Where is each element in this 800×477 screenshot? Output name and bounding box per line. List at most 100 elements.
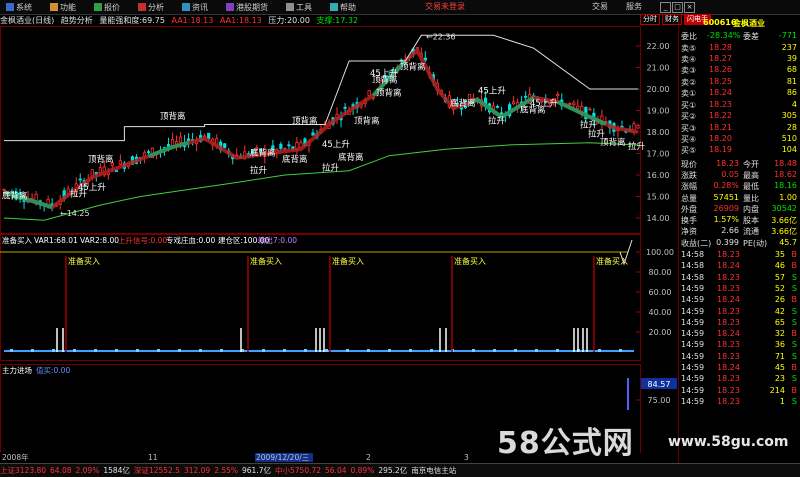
trade-tick: 14:59 18.24 26 B — [679, 295, 800, 306]
status-item: 南京电信主站 — [411, 466, 457, 475]
buy-level-cell: 18.22 — [709, 111, 732, 121]
status-item: 2.09% — [75, 466, 100, 475]
trade-tick-cell: 14:59 — [681, 295, 705, 305]
candle-body — [207, 132, 211, 139]
buy-signal-label: 准备买入 — [250, 256, 282, 266]
signal-annotation: 45上升 — [78, 182, 106, 193]
menu-quote[interactable]: 报价 — [94, 2, 120, 13]
trade-tick: 14:58 18.24 46 B — [679, 261, 800, 272]
sell-level-cell: 18.27 — [709, 53, 732, 63]
tab-timeshare[interactable]: 分时 — [640, 14, 660, 25]
futures-icon — [226, 2, 234, 11]
buy-level-cell: 买③ — [681, 123, 697, 133]
signal-annotation: 底背离 — [450, 98, 476, 109]
stock-header-cell: 金枫酒业 — [733, 19, 765, 28]
menu-tools-label: 工具 — [296, 2, 312, 12]
trade-tick-cell: B — [791, 329, 798, 339]
trade-tick-cell: 18.23 — [717, 340, 740, 350]
buy-signal-label: 准备买入 — [332, 256, 364, 266]
time-label: 2009/12/20/三 — [256, 453, 309, 462]
buy-level-cell: 4 — [791, 100, 797, 110]
quote-stat-cell: 0.28% — [713, 181, 739, 191]
trade-tick-cell: 23 — [774, 374, 785, 384]
menu-system[interactable]: 系统 — [6, 2, 32, 13]
aa1-value: AA1:18.13 — [171, 16, 214, 25]
trade-button[interactable]: 交易 — [592, 1, 608, 12]
trade-tick: 14:59 18.23 214 B — [679, 386, 800, 397]
buy-level-cell: 买② — [681, 112, 697, 122]
menu-function[interactable]: 功能 — [50, 2, 76, 13]
ind1-dot — [388, 349, 391, 352]
signal-annotation: 底背离 — [338, 152, 364, 163]
quote-stat-cell: 57451 — [713, 192, 739, 202]
menu-tools[interactable]: 工具 — [286, 2, 312, 13]
indicator-name[interactable]: 趋势分析 — [61, 16, 93, 25]
ind1-dot — [409, 349, 412, 352]
trade-tick: 14:59 18.24 45 B — [679, 363, 800, 374]
trade-tick-cell: B — [791, 295, 798, 305]
candlestick-chart[interactable]: 22.00 21.00 20.00 19.00 18.00 17.00 16.00 15.00… — [0, 26, 678, 234]
trade-tick-cell: 18.23 — [717, 250, 740, 259]
quote-stat-cell: 收益(二) — [681, 238, 712, 248]
quote-stat-cell: 1.57% — [713, 215, 739, 225]
quote-stat-cell: 外盘 — [681, 204, 697, 214]
menu-futures[interactable]: 港股期货 — [226, 2, 268, 13]
sell-level: 卖① 18.24 86 — [679, 88, 800, 99]
quote-stat-cell: 流通 — [743, 227, 759, 237]
candle-body — [146, 151, 151, 153]
trade-tick: 14:58 18.23 57 S — [679, 273, 800, 284]
trade-tick-cell: 32 — [774, 329, 785, 339]
trade-tick-cell: 18.23 — [717, 272, 740, 282]
trade-tick: 14:59 18.23 52 S — [679, 284, 800, 295]
menu-analysis[interactable]: 分析 — [138, 2, 164, 13]
quote-stat-cell: 总量 — [681, 193, 697, 203]
signal-annotation: 底背离 — [2, 191, 28, 202]
candle-body — [636, 125, 640, 129]
ind1-dot — [157, 349, 160, 352]
sell-level-cell: 卖④ — [681, 54, 697, 64]
sell-level-cell: 237 — [781, 42, 797, 52]
menu-help[interactable]: 帮助 — [330, 2, 356, 13]
close-button[interactable]: × — [684, 2, 695, 13]
chart-info-bar: 金枫酒业(日线) 趋势分析 量能强和度:69.75 AA1:18.13 AA1:… — [0, 15, 640, 26]
candle-body — [343, 106, 347, 109]
candle-body — [287, 144, 291, 147]
login-status[interactable]: 交易未登录 — [425, 1, 465, 12]
candle-body — [311, 132, 315, 136]
help-icon — [330, 2, 338, 11]
trade-tick-cell: 1 — [779, 396, 785, 406]
stock-header-cell: 600616 — [703, 18, 737, 27]
signal-annotation: 拉升 — [628, 141, 646, 152]
candle-body — [279, 143, 283, 149]
ind1-dot — [10, 349, 13, 352]
news-icon — [182, 2, 190, 11]
trade-tick: 14:59 18.23 1 S — [679, 397, 800, 408]
candle-body — [556, 93, 560, 97]
buy-level-cell: 买④ — [681, 135, 697, 144]
quote-stat: 总量 57451 量比 1.00 — [679, 193, 800, 204]
buy-level: 买④ 18.20 510 — [679, 134, 800, 145]
trade-tick-cell: 42 — [774, 306, 785, 316]
status-item: 0.89% — [350, 466, 375, 475]
trade-tick-cell: 57 — [774, 272, 785, 282]
service-button[interactable]: 服务 — [626, 1, 642, 12]
ind1-up: 上升信号:0.00 — [118, 235, 167, 245]
candle-body — [512, 101, 516, 105]
sell-level: 卖③ 18.26 68 — [679, 65, 800, 76]
quote-stat-cell: 量比 — [743, 193, 759, 203]
signal-annotation: 拉升 — [250, 165, 268, 176]
quote-stat-cell: 26909 — [713, 203, 739, 213]
minimize-button[interactable]: _ — [660, 2, 671, 13]
time-label: 3 — [464, 453, 469, 462]
quote-stat-cell: 0.399 — [716, 237, 739, 247]
menu-news[interactable]: 资讯 — [182, 2, 208, 13]
indicator-buy-signal[interactable]: 准备买入 VAR1:68.01 VAR2:8.00 上升信号:0.00专戏庄血:0.0… — [0, 234, 678, 362]
status-bar: 上证3123.80 64.08 2.09% 1584亿 深证12552.5 312.09 2… — [0, 463, 800, 477]
trade-tick-cell: 14:59 — [681, 363, 705, 372]
buy-level-cell: 28 — [786, 122, 797, 132]
ind1-dot — [73, 349, 76, 352]
ind1-y-label: 80.00 — [649, 268, 672, 277]
signal-annotation: 45上升 — [478, 85, 506, 96]
candle-body — [572, 102, 576, 106]
maximize-button[interactable]: □ — [672, 2, 683, 13]
